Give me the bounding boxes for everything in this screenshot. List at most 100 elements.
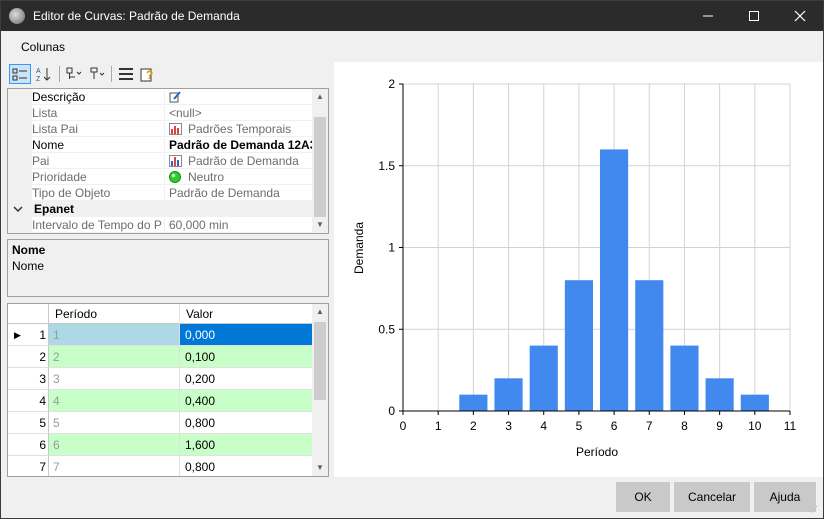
table-row[interactable]: 6 6 1,600 (8, 434, 313, 456)
row-header-corner (8, 304, 49, 324)
description-text: Nome (12, 259, 45, 273)
property-value[interactable]: 60,000 min (164, 218, 314, 233)
row-header[interactable]: 7 (8, 456, 49, 476)
expand-button[interactable] (63, 64, 85, 84)
property-row[interactable]: Pai Padrão de Demanda (8, 153, 313, 169)
cancel-button[interactable]: Cancelar (674, 482, 750, 512)
bar (705, 378, 734, 411)
row-header[interactable]: 2 (8, 346, 49, 368)
categorized-icon (12, 68, 27, 81)
valor-cell[interactable]: 0,200 (180, 368, 313, 390)
periodo-cell[interactable]: 5 (49, 412, 180, 434)
valor-cell[interactable]: 1,600 (180, 434, 313, 456)
valor-cell[interactable]: 0,400 (180, 390, 313, 412)
table-header: Período Valor (8, 304, 313, 324)
periodo-cell[interactable]: 1 (49, 324, 180, 346)
menu-bar: Colunas (1, 31, 823, 61)
periodo-cell[interactable]: 3 (49, 368, 180, 390)
property-value[interactable]: Padrões Temporais (164, 122, 314, 137)
property-value[interactable]: Padrão de Demanda (164, 154, 314, 169)
property-grid-scrollbar[interactable]: ▲ ▼ (312, 89, 328, 233)
minimize-button[interactable] (685, 1, 731, 31)
property-row[interactable]: Descrição (8, 89, 313, 105)
property-name: Lista (32, 106, 58, 120)
property-pages-button[interactable] (115, 64, 137, 84)
scroll-down-icon[interactable]: ▼ (312, 217, 328, 233)
help-page-icon: ? (140, 68, 153, 82)
scroll-up-icon[interactable]: ▲ (312, 304, 328, 320)
table-row[interactable]: 4 4 0,400 (8, 390, 313, 412)
bar (564, 280, 593, 411)
row-header[interactable]: 4 (8, 390, 49, 412)
column-header-valor[interactable]: Valor (180, 304, 313, 324)
filter-button[interactable] (87, 64, 109, 84)
periodo-cell[interactable]: 6 (49, 434, 180, 456)
x-tick-label: 1 (435, 419, 442, 433)
valor-cell[interactable]: 0,000 (180, 324, 313, 346)
button-bar: OK Cancelar Ajuda ⋰ (1, 477, 823, 518)
property-value[interactable]: Padrão de Demanda (164, 186, 314, 201)
y-tick-label: 1 (388, 241, 395, 255)
property-name: Lista Pai (32, 122, 79, 136)
help-button[interactable]: Ajuda (754, 482, 816, 512)
category-epanet[interactable]: Epanet (8, 201, 313, 217)
property-row[interactable]: Nome Padrão de Demanda 12A3 (8, 137, 314, 153)
scroll-down-icon[interactable]: ▼ (312, 460, 328, 476)
row-header[interactable]: ▶ 1 (8, 324, 49, 346)
property-row[interactable]: Prioridade Neutro (8, 169, 313, 185)
property-value[interactable]: Padrão de Demanda 12A3 (164, 138, 314, 153)
tree-filter-icon (90, 67, 105, 80)
column-header-periodo[interactable]: Período (49, 304, 180, 324)
property-value[interactable]: <null> (164, 106, 314, 121)
edit-note-icon (169, 91, 181, 103)
y-tick-label: 0 (388, 404, 395, 418)
table-row[interactable]: 5 5 0,800 (8, 412, 313, 434)
property-value[interactable] (164, 90, 314, 105)
close-button[interactable] (777, 1, 823, 31)
x-tick-label: 9 (716, 419, 723, 433)
property-name: Intervalo de Tempo do Pa (32, 218, 162, 232)
property-row[interactable]: Tipo de Objeto Padrão de Demanda (8, 185, 313, 201)
scroll-thumb[interactable] (314, 117, 326, 217)
table-row[interactable]: 3 3 0,200 (8, 368, 313, 390)
svg-text:A: A (36, 68, 41, 75)
property-row[interactable]: Lista Pai Padrões Temporais (8, 121, 313, 137)
property-name: Pai (32, 154, 50, 168)
table-scrollbar[interactable]: ▲ ▼ (312, 304, 328, 476)
table-row[interactable]: 2 2 0,100 (8, 346, 313, 368)
table-row[interactable]: ▶ 1 1 0,000 (8, 324, 313, 346)
property-grid-toolbar: A Z ? (7, 62, 329, 86)
x-tick-label: 6 (611, 419, 618, 433)
maximize-button[interactable] (731, 1, 777, 31)
periodo-cell[interactable]: 4 (49, 390, 180, 412)
menu-colunas[interactable]: Colunas (21, 40, 65, 54)
property-row[interactable]: Lista <null> (8, 105, 313, 121)
resize-grip-icon[interactable]: ⋰ (810, 505, 820, 515)
categorized-button[interactable] (9, 64, 31, 84)
row-header[interactable]: 3 (8, 368, 49, 390)
property-grid: Descrição Lista <null> Lista Pai Padrões… (7, 88, 329, 234)
property-value[interactable]: Neutro (164, 170, 314, 185)
valor-cell[interactable]: 0,800 (180, 456, 313, 476)
scroll-thumb[interactable] (314, 322, 326, 400)
bar (529, 345, 558, 411)
title-bar[interactable]: Editor de Curvas: Padrão de Demanda (1, 1, 823, 31)
row-header[interactable]: 6 (8, 434, 49, 456)
property-name: Prioridade (32, 170, 87, 184)
help-topic-button[interactable]: ? (137, 64, 159, 84)
property-name: Nome (32, 138, 65, 152)
alphabetical-button[interactable]: A Z (33, 64, 55, 84)
scroll-up-icon[interactable]: ▲ (312, 89, 328, 105)
ok-button[interactable]: OK (616, 482, 670, 512)
demand-pattern-icon (169, 155, 182, 167)
minimize-icon (703, 15, 713, 17)
toolbar-separator (59, 66, 60, 82)
periodo-cell[interactable]: 7 (49, 456, 180, 476)
row-header[interactable]: 5 (8, 412, 49, 434)
valor-cell[interactable]: 0,100 (180, 346, 313, 368)
periodo-cell[interactable]: 2 (49, 346, 180, 368)
valor-cell[interactable]: 0,800 (180, 412, 313, 434)
table-row[interactable]: 7 7 0,800 (8, 456, 313, 476)
x-tick-label: 4 (540, 419, 547, 433)
property-row[interactable]: Intervalo de Tempo do Pa 60,000 min (8, 217, 313, 233)
